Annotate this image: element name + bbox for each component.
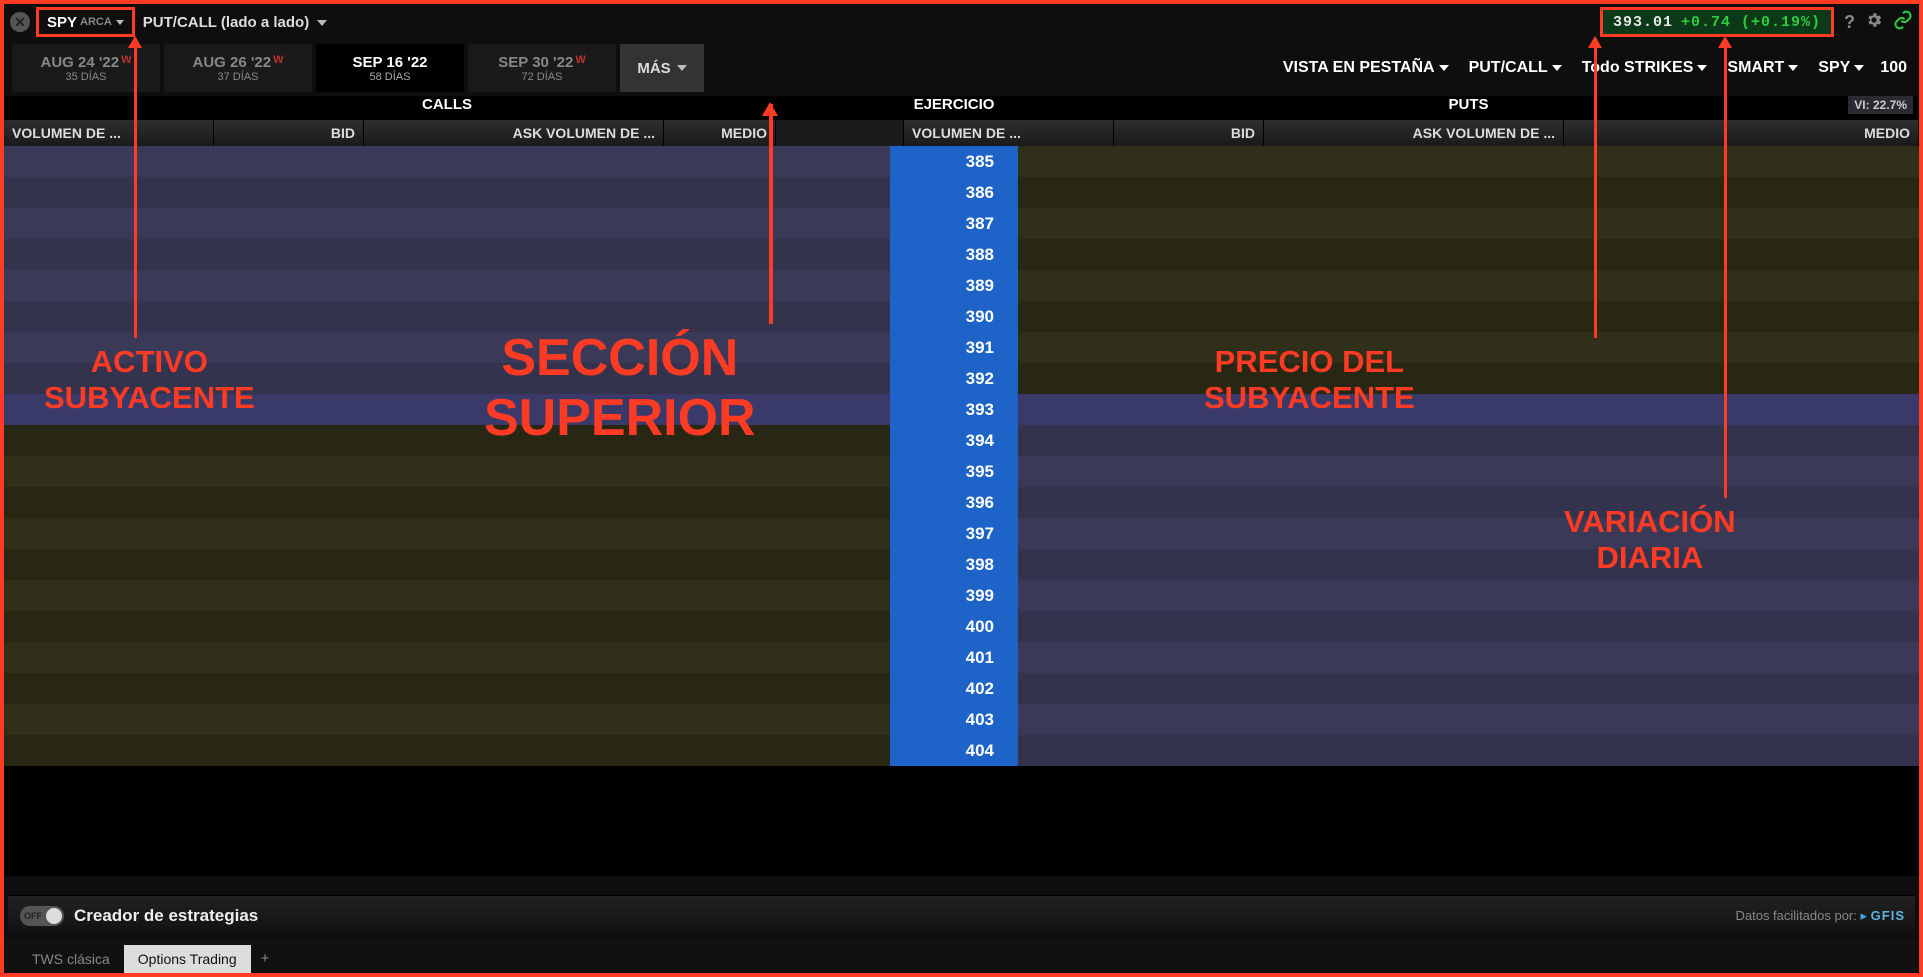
- expiration-bar: AUG 24 '22W35 DÍASAUG 26 '22W37 DÍASSEP …: [4, 40, 1919, 96]
- option-row[interactable]: 392: [4, 363, 1919, 394]
- strike-cell: 388: [890, 239, 1018, 270]
- option-chain-grid[interactable]: 3853863873883893903913923933943953963973…: [4, 146, 1919, 876]
- strike-cell: 395: [890, 456, 1018, 487]
- strike-cell: 401: [890, 642, 1018, 673]
- option-row[interactable]: 389: [4, 270, 1919, 301]
- ticker-exchange: ARCA: [80, 16, 112, 28]
- last-price: 393.01: [1613, 14, 1673, 31]
- col-put-mid[interactable]: MEDIO: [1564, 120, 1919, 146]
- strikes-filter[interactable]: Todo STRIKES: [1582, 59, 1708, 77]
- section-header: CALLS EJERCICIO PUTS VI: 22.7%: [4, 96, 1919, 120]
- routing-filter[interactable]: SMART: [1727, 59, 1798, 77]
- strategy-bar: OFF Creador de estrategias Datos facilit…: [8, 895, 1915, 935]
- strike-cell: 389: [890, 270, 1018, 301]
- underlying-selector[interactable]: SPY ARCA: [36, 7, 135, 37]
- view-mode-selector[interactable]: PUT/CALL (lado a lado): [143, 14, 328, 31]
- col-put-volume[interactable]: VOLUMEN DE ...: [904, 120, 1114, 146]
- option-row[interactable]: 395: [4, 456, 1919, 487]
- gear-icon[interactable]: [1865, 11, 1883, 34]
- strike-cell: 387: [890, 208, 1018, 239]
- option-row[interactable]: 398: [4, 549, 1919, 580]
- strike-cell: 402: [890, 673, 1018, 704]
- option-row[interactable]: 399: [4, 580, 1919, 611]
- help-icon[interactable]: ?: [1844, 12, 1855, 33]
- option-row[interactable]: 393: [4, 394, 1919, 425]
- calls-header: CALLS: [4, 96, 890, 120]
- strike-cell: 396: [890, 487, 1018, 518]
- price-change: +0.74 (+0.19%): [1681, 14, 1821, 31]
- expiration-tab[interactable]: SEP 30 '22W72 DÍAS: [468, 44, 616, 92]
- more-expirations-button[interactable]: MÁS: [620, 44, 704, 92]
- col-call-askvol[interactable]: ASK VOLUMEN DE ...: [364, 120, 664, 146]
- column-headers: VOLUMEN DE ... BID ASK VOLUMEN DE ... ME…: [4, 120, 1919, 146]
- option-row[interactable]: 388: [4, 239, 1919, 270]
- col-put-bid[interactable]: BID: [1114, 120, 1264, 146]
- strike-cell: 400: [890, 611, 1018, 642]
- option-row[interactable]: 402: [4, 673, 1919, 704]
- expiration-tab[interactable]: SEP 16 '2258 DÍAS: [316, 44, 464, 92]
- strike-cell: 390: [890, 301, 1018, 332]
- puts-header: PUTS VI: 22.7%: [1018, 96, 1919, 120]
- workspace-tab[interactable]: TWS clásica: [18, 945, 124, 973]
- strike-header: EJERCICIO: [890, 96, 1018, 120]
- strike-cell: 403: [890, 704, 1018, 735]
- workspace-tabs: TWS clásicaOptions Trading +: [4, 939, 1919, 973]
- option-row[interactable]: 397: [4, 518, 1919, 549]
- col-call-mid[interactable]: MEDIO: [664, 120, 776, 146]
- symbol-filter[interactable]: SPY: [1818, 59, 1864, 77]
- strike-cell: 385: [890, 146, 1018, 177]
- app-window: ✕ SPY ARCA PUT/CALL (lado a lado) 393.01…: [0, 0, 1923, 977]
- multiplier-label: 100: [1880, 59, 1907, 77]
- option-row[interactable]: 401: [4, 642, 1919, 673]
- price-display: 393.01 +0.74 (+0.19%): [1600, 7, 1834, 37]
- putcall-filter[interactable]: PUT/CALL: [1469, 59, 1562, 77]
- add-tab-button[interactable]: +: [251, 944, 280, 973]
- option-row[interactable]: 386: [4, 177, 1919, 208]
- option-row[interactable]: 394: [4, 425, 1919, 456]
- iv-badge: VI: 22.7%: [1848, 96, 1913, 114]
- col-call-bid[interactable]: BID: [214, 120, 364, 146]
- data-provider: Datos facilitados por: ▸ GFIS: [1735, 908, 1905, 924]
- chevron-down-icon: [677, 65, 687, 71]
- ticker-symbol: SPY: [47, 14, 77, 31]
- chevron-down-icon: [116, 20, 124, 25]
- col-call-volume[interactable]: VOLUMEN DE ...: [4, 120, 214, 146]
- strike-cell: 397: [890, 518, 1018, 549]
- workspace-tab[interactable]: Options Trading: [124, 945, 251, 973]
- close-icon[interactable]: ✕: [10, 12, 30, 32]
- option-row[interactable]: 387: [4, 208, 1919, 239]
- strike-cell: 391: [890, 332, 1018, 363]
- strike-cell: 386: [890, 177, 1018, 208]
- strike-cell: 398: [890, 549, 1018, 580]
- option-row[interactable]: 391: [4, 332, 1919, 363]
- col-strike: [776, 120, 904, 146]
- option-row[interactable]: 403: [4, 704, 1919, 735]
- view-tab-filter[interactable]: VISTA EN PESTAÑA: [1283, 59, 1449, 77]
- filter-bar: VISTA EN PESTAÑA PUT/CALL Todo STRIKES S…: [1263, 59, 1919, 77]
- expiration-tab[interactable]: AUG 24 '22W35 DÍAS: [12, 44, 160, 92]
- strike-cell: 399: [890, 580, 1018, 611]
- strategy-label: Creador de estrategias: [74, 906, 258, 926]
- option-row[interactable]: 400: [4, 611, 1919, 642]
- link-icon[interactable]: [1893, 10, 1913, 35]
- expiration-tab[interactable]: AUG 26 '22W37 DÍAS: [164, 44, 312, 92]
- chevron-down-icon: [317, 20, 327, 26]
- strike-cell: 404: [890, 735, 1018, 766]
- strike-cell: 392: [890, 363, 1018, 394]
- option-row[interactable]: 404: [4, 735, 1919, 766]
- col-put-askvol[interactable]: ASK VOLUMEN DE ...: [1264, 120, 1564, 146]
- option-row[interactable]: 390: [4, 301, 1919, 332]
- strategy-toggle[interactable]: OFF: [20, 906, 64, 926]
- title-bar: ✕ SPY ARCA PUT/CALL (lado a lado) 393.01…: [4, 4, 1919, 40]
- option-row[interactable]: 385: [4, 146, 1919, 177]
- strike-cell: 394: [890, 425, 1018, 456]
- option-row[interactable]: 396: [4, 487, 1919, 518]
- strike-cell: 393: [890, 394, 1018, 425]
